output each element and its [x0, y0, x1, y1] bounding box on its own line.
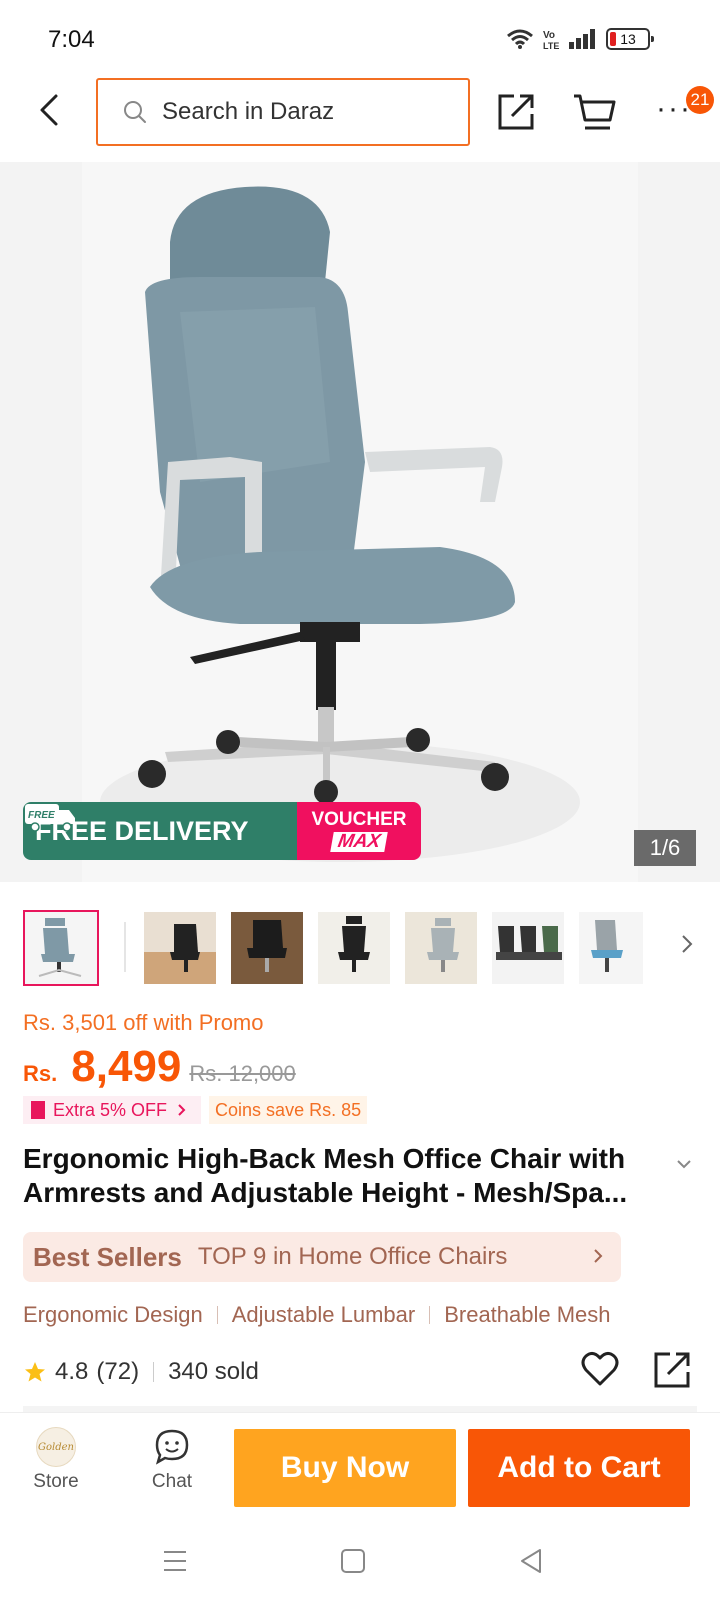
chevron-down-icon[interactable] — [676, 1158, 692, 1170]
svg-text:Vo: Vo — [543, 30, 555, 41]
back-arrow-icon[interactable] — [34, 92, 66, 128]
feature-item: Adjustable Lumbar — [231, 1302, 416, 1327]
wifi-icon — [507, 29, 533, 49]
thumbnail-2[interactable] — [144, 912, 216, 984]
cart-icon[interactable] — [572, 92, 616, 132]
price-row: Rs. 8,499 Rs. 12,000 — [23, 1042, 296, 1092]
thumbnail-7[interactable] — [579, 912, 643, 984]
signal-icon — [569, 29, 595, 49]
thumbnail-chair-image — [231, 912, 303, 984]
delivery-truck-icon: FREE — [25, 804, 75, 832]
sold-count: 340 sold — [168, 1358, 259, 1385]
extra-off-label: Extra 5% OFF — [53, 1099, 168, 1120]
best-sellers-banner[interactable]: Best Sellers TOP 9 in Home Office Chairs — [23, 1232, 621, 1282]
cart-badge: 21 — [686, 86, 714, 114]
home-icon[interactable] — [340, 1548, 366, 1574]
thumbnail-6[interactable] — [492, 912, 564, 984]
feature-separator — [216, 1306, 218, 1324]
svg-text:LTE: LTE — [543, 41, 559, 50]
feature-item: Breathable Mesh — [444, 1302, 611, 1327]
chat-label: Chat — [151, 1471, 193, 1492]
chevron-right-icon[interactable] — [678, 932, 696, 956]
rating-row[interactable]: 4.8 (72) 340 sold — [23, 1358, 259, 1386]
store-logo: Golden — [36, 1427, 76, 1467]
search-input[interactable]: Search in Daraz — [96, 78, 470, 146]
volte-icon: Vo LTE — [543, 30, 559, 50]
thumbnail-chair-image — [405, 912, 477, 984]
product-image-gallery[interactable]: FREE FREE DELIVERY VOUCHER MAX 1/6 — [0, 162, 720, 882]
promo-badge: FREE FREE DELIVERY VOUCHER MAX — [23, 802, 421, 860]
best-sellers-rank: TOP 9 in Home Office Chairs — [197, 1243, 508, 1270]
chat-icon — [155, 1429, 189, 1465]
thumbnail-5[interactable] — [405, 912, 477, 984]
thumbnail-chair-image — [25, 912, 97, 984]
feature-highlights: Ergonomic Design Adjustable Lumbar Breat… — [23, 1302, 611, 1328]
chevron-right-icon — [178, 1104, 186, 1116]
svg-text:FREE: FREE — [28, 810, 55, 821]
thumbnail-chair-image — [318, 912, 390, 984]
current-price: 8,499 — [71, 1042, 182, 1091]
voucher-max-tag: VOUCHER MAX — [297, 802, 421, 860]
top-navigation: Search in Daraz ··· 21 — [0, 76, 720, 160]
original-price: Rs. 12,000 — [189, 1061, 296, 1086]
status-bar: 7:04 Vo LTE 13 — [0, 0, 720, 80]
store-label: Store — [33, 1471, 79, 1492]
system-navigation-bar — [0, 1516, 720, 1604]
share-icon[interactable] — [652, 1350, 692, 1390]
heart-icon[interactable] — [580, 1350, 620, 1388]
battery-icon: 13 — [606, 28, 654, 50]
price-currency: Rs. — [23, 1061, 58, 1086]
chat-button[interactable]: Chat — [132, 1427, 212, 1493]
product-title: Ergonomic High-Back Mesh Office Chair wi… — [23, 1143, 628, 1208]
thumbnail-chair-image — [579, 912, 643, 984]
buy-now-button[interactable]: Buy Now — [234, 1429, 456, 1507]
product-chair-image — [100, 186, 580, 862]
thumbnail-chair-image — [144, 912, 216, 984]
voucher-max-label: MAX — [330, 831, 388, 852]
search-placeholder: Search in Daraz — [162, 98, 335, 125]
recent-apps-icon[interactable] — [162, 1548, 188, 1574]
promo-discount-text: Rs. 3,501 off with Promo — [23, 1010, 264, 1035]
best-sellers-label: Best Sellers — [33, 1241, 182, 1272]
image-counter: 1/6 — [634, 830, 696, 866]
rating-score: 4.8 — [55, 1358, 89, 1385]
status-icons: Vo LTE 13 — [506, 28, 654, 50]
feature-item: Ergonomic Design — [23, 1302, 203, 1327]
status-time: 7:04 — [48, 26, 95, 53]
chevron-right-icon — [594, 1249, 603, 1263]
thumbnail-4[interactable] — [318, 912, 390, 984]
rating-separator — [153, 1362, 155, 1382]
search-icon — [124, 101, 146, 123]
feature-separator — [429, 1306, 431, 1324]
coins-save-tag: Coins save Rs. 85 — [209, 1096, 368, 1124]
add-to-cart-button[interactable]: Add to Cart — [468, 1429, 690, 1507]
thumbnail-1[interactable] — [23, 910, 99, 986]
store-button[interactable]: Golden Store — [16, 1427, 96, 1493]
free-delivery-tag: FREE FREE DELIVERY — [23, 802, 297, 860]
thumbnail-separator — [124, 922, 126, 972]
thumbnail-3[interactable] — [231, 912, 303, 984]
bottom-action-bar: Golden Store Chat Buy Now Add to Cart — [0, 1412, 720, 1516]
thumbnail-chair-image — [492, 912, 564, 984]
thumbnail-strip — [0, 904, 720, 986]
star-icon — [25, 1362, 45, 1382]
extra-off-tag[interactable]: Extra 5% OFF — [23, 1096, 202, 1124]
system-back-icon[interactable] — [518, 1548, 544, 1574]
voucher-icon — [31, 1101, 45, 1119]
offer-tags: Extra 5% OFF Coins save Rs. 85 — [23, 1096, 368, 1124]
share-icon[interactable] — [496, 92, 536, 132]
rating-count: (72) — [96, 1358, 140, 1385]
voucher-label: VOUCHER — [311, 809, 407, 830]
